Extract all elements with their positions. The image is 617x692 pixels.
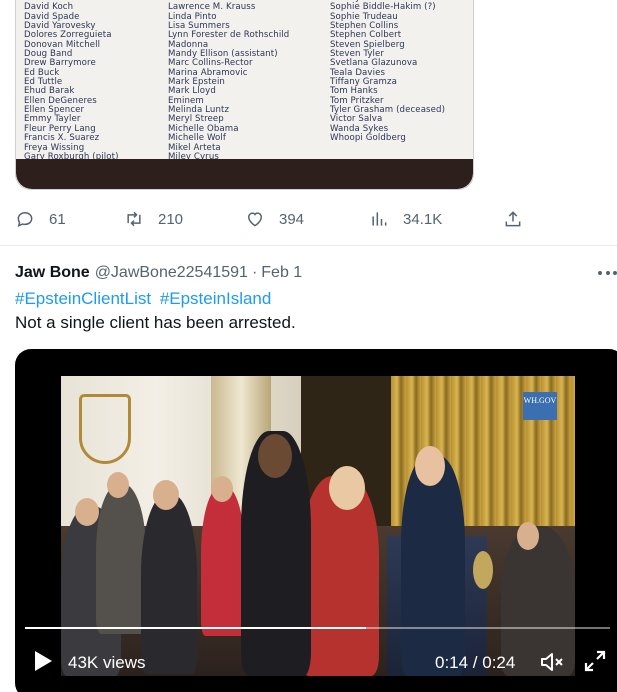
- speech-bubble-icon: [17, 211, 33, 227]
- ellipsis-icon-dot: [613, 271, 617, 275]
- tweet-text: Not a single client has been arrested.: [15, 313, 296, 332]
- frame-presenter-head: [258, 434, 292, 478]
- retweet-count: 210: [158, 210, 184, 228]
- author-name[interactable]: Jaw Bone: [15, 264, 90, 282]
- more-options-button[interactable]: [598, 268, 617, 278]
- list-name-entry: Whoopi Goldberg: [330, 133, 406, 144]
- retweet-button[interactable]: 210: [124, 205, 183, 233]
- list-paper: Dan SchneiderDavid KochDavid SpadeDavid …: [16, 0, 473, 162]
- tweet-action-bar: 61 210 394 34.1K: [0, 205, 617, 233]
- tweet-header: Jaw Bone @JawBone22541591 · Feb 1: [15, 263, 302, 283]
- heart-icon: [247, 212, 263, 227]
- wh-gov-watermark: WH.GOV: [523, 392, 557, 420]
- hashtag-link[interactable]: #EpsteinIsland: [160, 289, 272, 308]
- tweet-date[interactable]: Feb 1: [261, 264, 302, 282]
- frame-aide-head: [415, 446, 445, 486]
- expand-icon[interactable]: [583, 649, 607, 673]
- frame-seated-person: [96, 484, 146, 634]
- video-time-label: 0:14 / 0:24: [435, 653, 516, 672]
- tweet-divider: [0, 245, 617, 246]
- views-button[interactable]: 34.1K: [369, 205, 442, 233]
- frame-honoree-head: [329, 466, 365, 510]
- frame-face: [75, 498, 99, 526]
- retweet-arrows-icon: [127, 211, 141, 227]
- video-progress-bar[interactable]: [25, 627, 610, 629]
- frame-face: [211, 476, 233, 502]
- name-column-3: Shirley MacLaineSophie Biddle-Hakim (?)S…: [330, 0, 445, 144]
- video-frame[interactable]: WH.GOV: [61, 376, 575, 676]
- share-button[interactable]: [503, 205, 523, 233]
- frame-face: [153, 480, 179, 510]
- video-player[interactable]: WH.GOV 43K views 0:14 / 0:24: [15, 349, 617, 692]
- play-icon[interactable]: [32, 649, 54, 673]
- upload-share-icon: [505, 211, 521, 227]
- frame-seated-person: [201, 486, 245, 636]
- video-views-label: 43K views: [68, 653, 146, 672]
- reply-count: 61: [49, 210, 66, 228]
- video-controls: 43K views 0:14 / 0:24: [15, 645, 617, 681]
- views-count: 34.1K: [403, 210, 443, 228]
- image-bottom-edge: [16, 159, 473, 189]
- ellipsis-icon-dot: [598, 271, 602, 275]
- name-column-1: Dan SchneiderDavid KochDavid SpadeDavid …: [24, 0, 119, 162]
- author-handle[interactable]: @JawBone22541591: [95, 264, 248, 282]
- reply-button[interactable]: 61: [15, 205, 66, 233]
- frame-military-aide: [401, 456, 465, 676]
- tweet-hashtags: #EpsteinClientList #EpsteinIsland: [15, 289, 275, 309]
- header-separator: ·: [251, 264, 258, 281]
- frame-face: [517, 522, 539, 550]
- frame-podium-seal: [473, 551, 493, 589]
- like-count: 394: [279, 210, 305, 228]
- bar-chart-icon: [372, 212, 387, 226]
- frame-face: [107, 472, 129, 498]
- embedded-name-list-image[interactable]: Dan SchneiderDavid KochDavid SpadeDavid …: [15, 0, 474, 190]
- speaker-muted-icon[interactable]: [539, 649, 565, 675]
- like-button[interactable]: 394: [245, 205, 304, 233]
- ellipsis-icon-dot: [605, 271, 610, 275]
- hashtag-link[interactable]: #EpsteinClientList: [15, 289, 151, 308]
- name-column-2: Laura Z. WassermanLawrence M. KraussLind…: [168, 0, 289, 162]
- video-progress-fill: [25, 627, 367, 629]
- frame-wall-sconce: [79, 394, 131, 464]
